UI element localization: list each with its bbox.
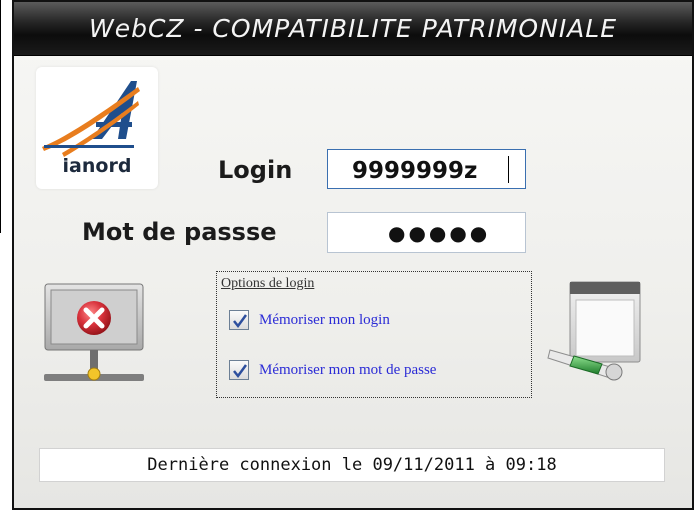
logo-text: ianord <box>62 155 132 177</box>
login-window: WebCZ - COMPATIBILITE PATRIMONIALE ianor… <box>12 0 694 510</box>
network-disconnect-icon[interactable] <box>42 282 152 388</box>
window-connect-icon[interactable] <box>544 280 644 384</box>
remember-password-label: Mémoriser mon mot de passe <box>259 362 437 378</box>
ianord-logo: ianord <box>36 67 158 189</box>
last-connection-bar: Dernière connexion le 09/11/2011 à 09:18 <box>39 448 665 482</box>
checkmark-icon <box>233 314 248 329</box>
password-label: Mot de passse <box>82 218 277 246</box>
options-legend: Options de login <box>221 276 315 291</box>
title-bar: WebCZ - COMPATIBILITE PATRIMONIALE <box>14 2 692 56</box>
password-input[interactable]: ●●●●● <box>327 212 526 253</box>
login-label: Login <box>218 156 293 184</box>
window-title: WebCZ - COMPATIBILITE PATRIMONIALE <box>88 14 618 43</box>
checkmark-icon <box>233 364 248 379</box>
text-caret <box>508 156 509 183</box>
login-options-group: Options de login Mémoriser mon login Mém… <box>216 271 532 398</box>
remember-login-checkbox[interactable] <box>229 310 249 330</box>
login-value: 9999999z <box>352 158 478 184</box>
remember-password-checkbox[interactable] <box>229 360 249 380</box>
password-mask: ●●●●● <box>388 221 491 245</box>
remember-login-label: Mémoriser mon login <box>259 312 390 328</box>
left-edge-line <box>0 0 1 233</box>
login-input[interactable]: 9999999z <box>327 149 526 189</box>
